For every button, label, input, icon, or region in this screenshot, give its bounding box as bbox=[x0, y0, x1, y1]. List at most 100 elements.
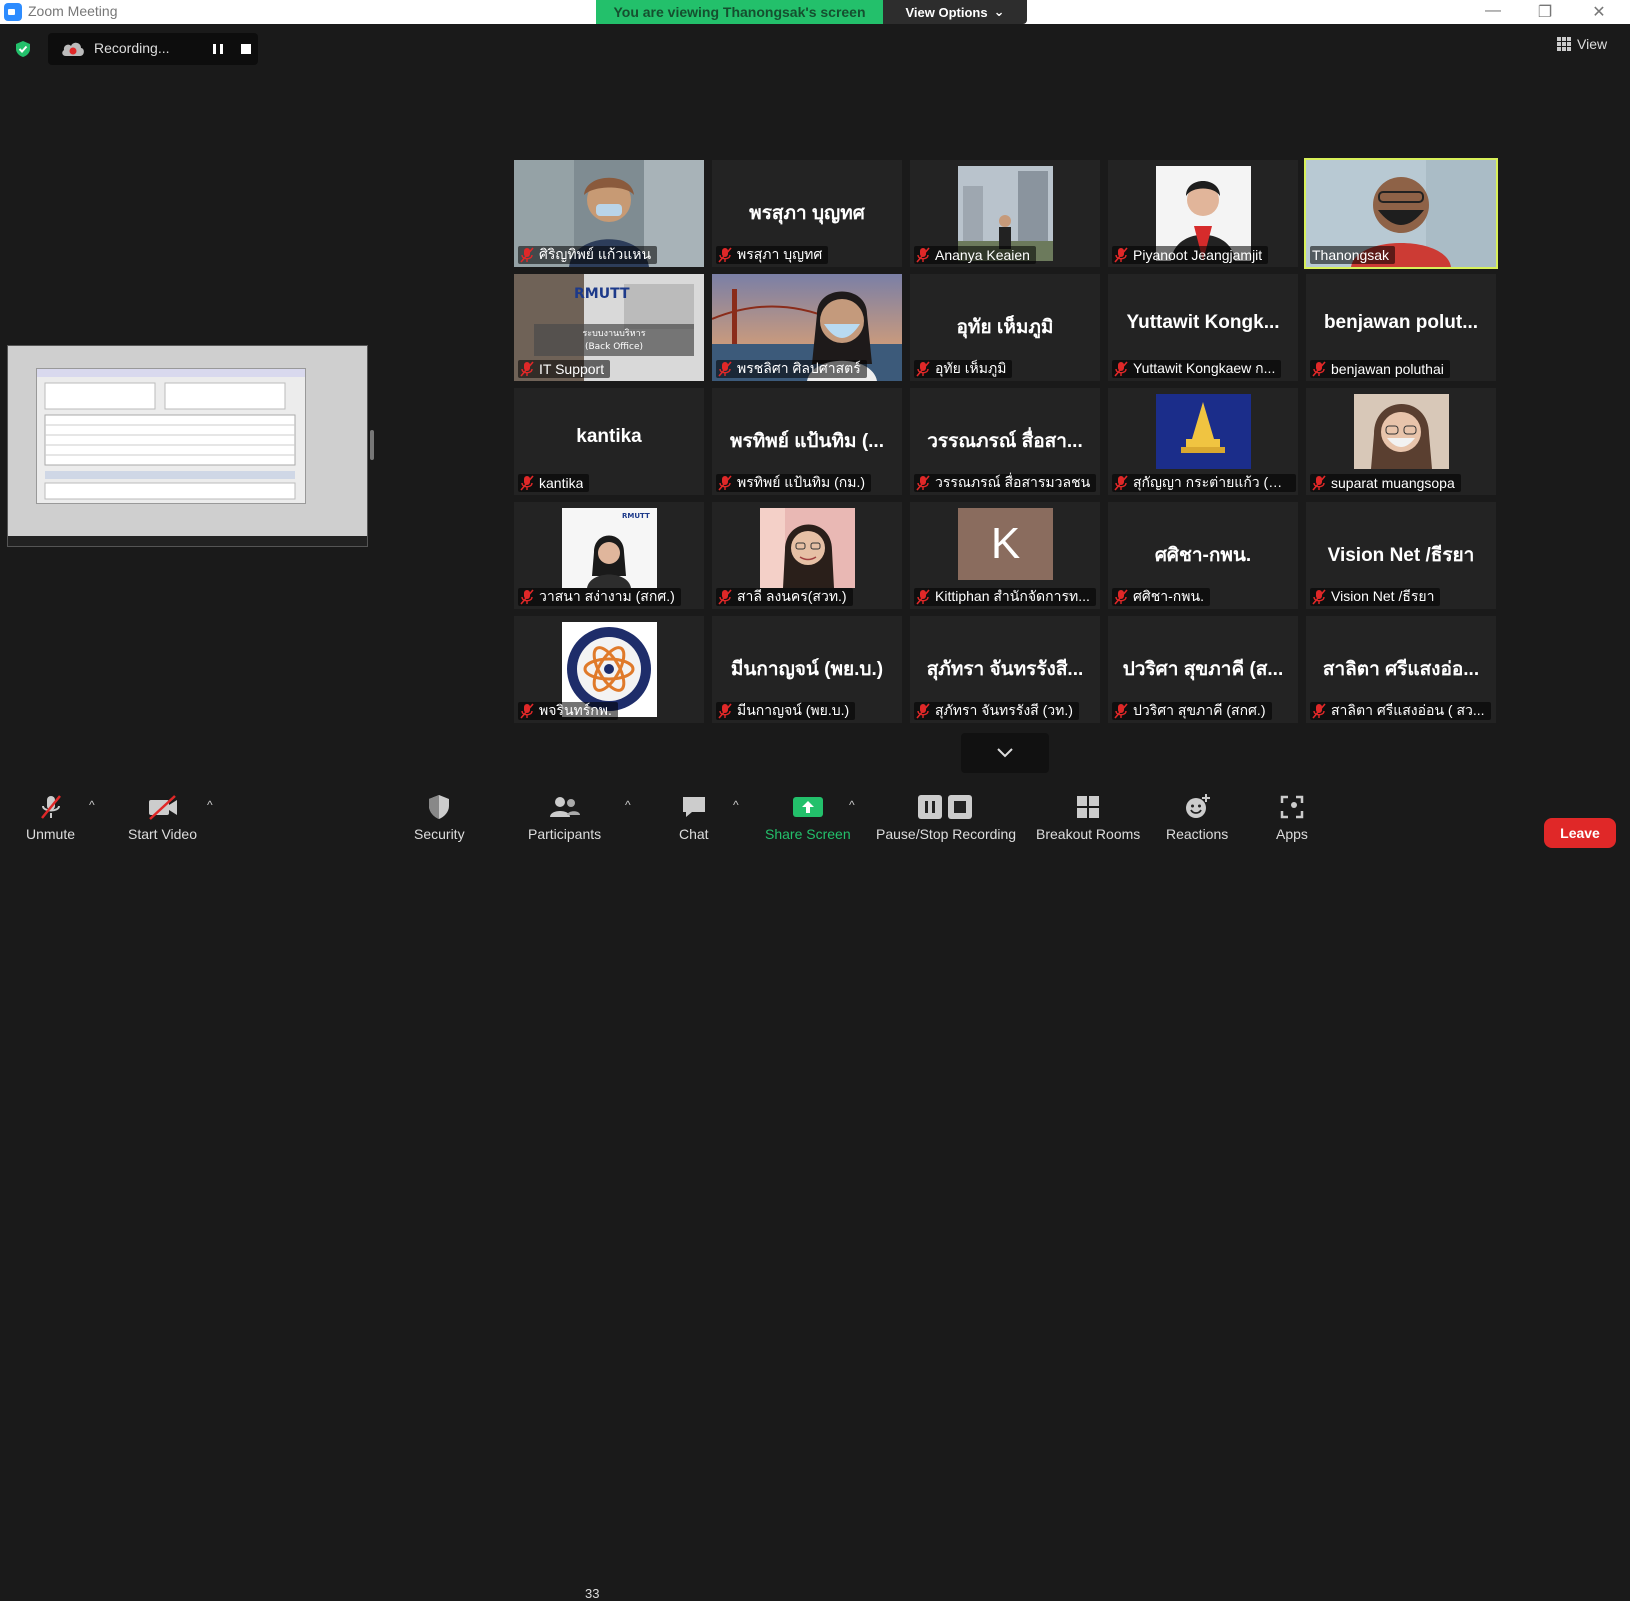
participant-tile[interactable]: K Kittiphan สำนักจัดการท... bbox=[910, 502, 1100, 609]
restore-button[interactable]: ❐ bbox=[1530, 2, 1560, 22]
share-screen-icon bbox=[792, 797, 823, 817]
chat-icon bbox=[682, 797, 705, 817]
security-shield-icon bbox=[429, 795, 450, 819]
participant-tile[interactable]: สุกัญญา กระต่ายแก้ว (สวท.) bbox=[1108, 388, 1298, 495]
participant-tile[interactable]: สุภัทรา จันทรรังสี... สุภัทรา จันทรรังสี … bbox=[910, 616, 1100, 723]
participant-tile[interactable]: Yuttawit Kongk... Yuttawit Kongkaew ก... bbox=[1108, 274, 1298, 381]
participant-tile[interactable]: พรทิพย์ แป้นทิม (... พรทิพย์ แป้นทิม (กม.… bbox=[712, 388, 902, 495]
participant-tile[interactable]: RMUTT วาสนา สง่างาม (สกศ.) bbox=[514, 502, 704, 609]
breakout-rooms-icon bbox=[1077, 796, 1100, 818]
muted-mic-icon bbox=[1114, 475, 1128, 491]
participant-name-bar: มีนกาญจน์ (พย.บ.) bbox=[716, 702, 856, 720]
participants-options-caret[interactable]: ^ bbox=[625, 798, 631, 812]
participant-name: Ananya Keaien bbox=[935, 247, 1030, 263]
participant-tile[interactable]: สาลี ลงนคร(สวท.) bbox=[712, 502, 902, 609]
participant-tile[interactable]: อุทัย เห็มภูมิ อุทัย เห็มภูมิ bbox=[910, 274, 1100, 381]
apps-icon bbox=[1280, 795, 1304, 819]
pause-stop-icon bbox=[918, 795, 973, 819]
close-button[interactable]: ✕ bbox=[1584, 2, 1614, 22]
participant-tile[interactable]: Thanongsak bbox=[1304, 158, 1498, 269]
participant-name: ปวริศา สุขภาคี (สกศ.) bbox=[1133, 702, 1266, 718]
participant-name-bar: Vision Net /ธีรยา bbox=[1310, 588, 1441, 606]
participants-count: 33 bbox=[585, 1586, 600, 1601]
participant-name: Thanongsak bbox=[1312, 247, 1390, 263]
reactions-button[interactable]: Reactions bbox=[1166, 790, 1228, 842]
participant-name: Kittiphan สำนักจัดการท... bbox=[935, 588, 1090, 604]
muted-mic-icon bbox=[916, 475, 930, 491]
participant-name: สุกัญญา กระต่ายแก้ว (สวท.) bbox=[1133, 474, 1290, 490]
participant-tile[interactable]: ศิริญทิพย์ แก้วแหน bbox=[514, 160, 704, 267]
audio-options-caret[interactable]: ^ bbox=[89, 798, 95, 812]
participant-name-bar: สุภัทรา จันทรรังสี (วท.) bbox=[914, 702, 1079, 720]
muted-mic-icon bbox=[916, 247, 930, 263]
shared-spreadsheet-image bbox=[37, 369, 305, 500]
minimize-button[interactable]: — bbox=[1478, 2, 1508, 20]
taskbar bbox=[8, 536, 367, 546]
shield-icon[interactable] bbox=[14, 40, 32, 58]
pause-recording-icon[interactable] bbox=[208, 39, 228, 59]
pause-stop-recording-button[interactable]: Pause/Stop Recording bbox=[876, 790, 1016, 842]
participant-display-name: สุภัทรา จันทรรังสี... bbox=[926, 659, 1084, 680]
muted-mic-icon bbox=[520, 475, 534, 491]
participant-name: มีนกาญจน์ (พย.บ.) bbox=[737, 702, 850, 718]
view-options-button[interactable]: View Options ⌄ bbox=[883, 0, 1027, 24]
muted-mic-icon bbox=[1312, 475, 1326, 491]
muted-mic-icon bbox=[916, 589, 930, 605]
participant-tile[interactable]: วรรณภรณ์ สื่อสา... วรรณภรณ์ สื่อสารมวลชน bbox=[910, 388, 1100, 495]
chat-button[interactable]: Chat bbox=[679, 790, 709, 842]
viewing-screen-banner: You are viewing Thanongsak's screen bbox=[596, 0, 883, 24]
breakout-rooms-button[interactable]: Breakout Rooms bbox=[1036, 790, 1140, 842]
participant-name-bar: Piyanoot Jeangjamjit bbox=[1112, 246, 1269, 264]
participant-name: Vision Net /ธีรยา bbox=[1331, 588, 1435, 604]
participants-button[interactable]: Participants bbox=[528, 790, 601, 842]
participant-name: สาลี ลงนคร(สวท.) bbox=[737, 588, 847, 604]
participant-tile[interactable]: พจรินทร์กพ. bbox=[514, 616, 704, 723]
resize-handle[interactable] bbox=[370, 430, 374, 460]
muted-mic-icon bbox=[1312, 361, 1326, 377]
share-options-caret[interactable]: ^ bbox=[849, 798, 855, 812]
participant-tile[interactable]: สาลิตา ศรีแสงอ่อ... สาลิตา ศรีแสงอ่อน ( ส… bbox=[1306, 616, 1496, 723]
participant-display-name: วรรณภรณ์ สื่อสา... bbox=[927, 431, 1083, 452]
participant-name-bar: สุกัญญา กระต่ายแก้ว (สวท.) bbox=[1112, 474, 1296, 492]
view-button[interactable]: View bbox=[1557, 36, 1607, 52]
participant-display-name: อุทัย เห็มภูมิ bbox=[956, 317, 1054, 338]
scroll-down-button[interactable] bbox=[961, 733, 1049, 773]
video-options-caret[interactable]: ^ bbox=[207, 798, 213, 812]
participant-name-bar: ปวริศา สุขภาคี (สกศ.) bbox=[1112, 702, 1272, 720]
shared-screen-preview[interactable] bbox=[7, 345, 368, 547]
participant-name: พจรินทร์กพ. bbox=[539, 702, 612, 718]
participant-tile[interactable]: ปวริศา สุขภาคี (ส... ปวริศา สุขภาคี (สกศ.… bbox=[1108, 616, 1298, 723]
muted-mic-icon bbox=[1114, 361, 1128, 377]
participant-name-bar: พรชลิศา ศิลปศาสตร์ bbox=[716, 360, 867, 378]
participant-tile[interactable]: พรชลิศา ศิลปศาสตร์ bbox=[712, 274, 902, 381]
start-video-button[interactable]: Start Video bbox=[128, 790, 197, 842]
chat-options-caret[interactable]: ^ bbox=[733, 798, 739, 812]
participant-tile[interactable]: ระบบงานบริหาร (Back Office) RMUTT IT Suppor… bbox=[514, 274, 704, 381]
participant-tile[interactable]: พรสุภา บุญทศ พรสุภา บุญทศ bbox=[712, 160, 902, 267]
breakout-rooms-label: Breakout Rooms bbox=[1036, 826, 1141, 842]
participant-tile[interactable]: ศศิชา-กพน. ศศิชา-กพน. bbox=[1108, 502, 1298, 609]
reactions-label: Reactions bbox=[1166, 826, 1229, 842]
participant-name-bar: พรสุภา บุญทศ bbox=[716, 246, 829, 264]
participant-name: kantika bbox=[539, 475, 584, 491]
gallery-grid: ศิริญทิพย์ แก้วแหน พรสุภา บุญทศ พรสุภา บุญ… bbox=[514, 158, 1501, 727]
participant-name: benjawan poluthai bbox=[1331, 361, 1444, 377]
participant-tile[interactable]: มีนกาญจน์ (พย.บ.) มีนกาญจน์ (พย.บ.) bbox=[712, 616, 902, 723]
leave-button[interactable]: Leave bbox=[1544, 818, 1616, 848]
participant-tile[interactable]: suparat muangsopa bbox=[1306, 388, 1496, 495]
participant-name-bar: สาลิตา ศรีแสงอ่อน ( สว... bbox=[1310, 702, 1491, 720]
stop-recording-icon[interactable] bbox=[236, 39, 256, 59]
participant-display-name: ปวริศา สุขภาคี (ส... bbox=[1122, 659, 1284, 680]
unmute-button[interactable]: Unmute bbox=[26, 790, 75, 842]
participant-tile[interactable]: Vision Net /ธีรยา Vision Net /ธีรยา bbox=[1306, 502, 1496, 609]
participant-tile[interactable]: Ananya Keaien bbox=[910, 160, 1100, 267]
participant-display-name: benjawan polut... bbox=[1323, 312, 1479, 333]
security-button[interactable]: Security bbox=[414, 790, 465, 842]
participant-tile[interactable]: Piyanoot Jeangjamjit bbox=[1108, 160, 1298, 267]
share-screen-button[interactable]: Share Screen bbox=[765, 790, 851, 842]
muted-mic-icon bbox=[1114, 703, 1128, 719]
participant-tile[interactable]: kantika kantika bbox=[514, 388, 704, 495]
apps-button[interactable]: Apps bbox=[1276, 790, 1308, 842]
muted-mic-icon bbox=[520, 589, 534, 605]
participant-tile[interactable]: benjawan polut... benjawan poluthai bbox=[1306, 274, 1496, 381]
